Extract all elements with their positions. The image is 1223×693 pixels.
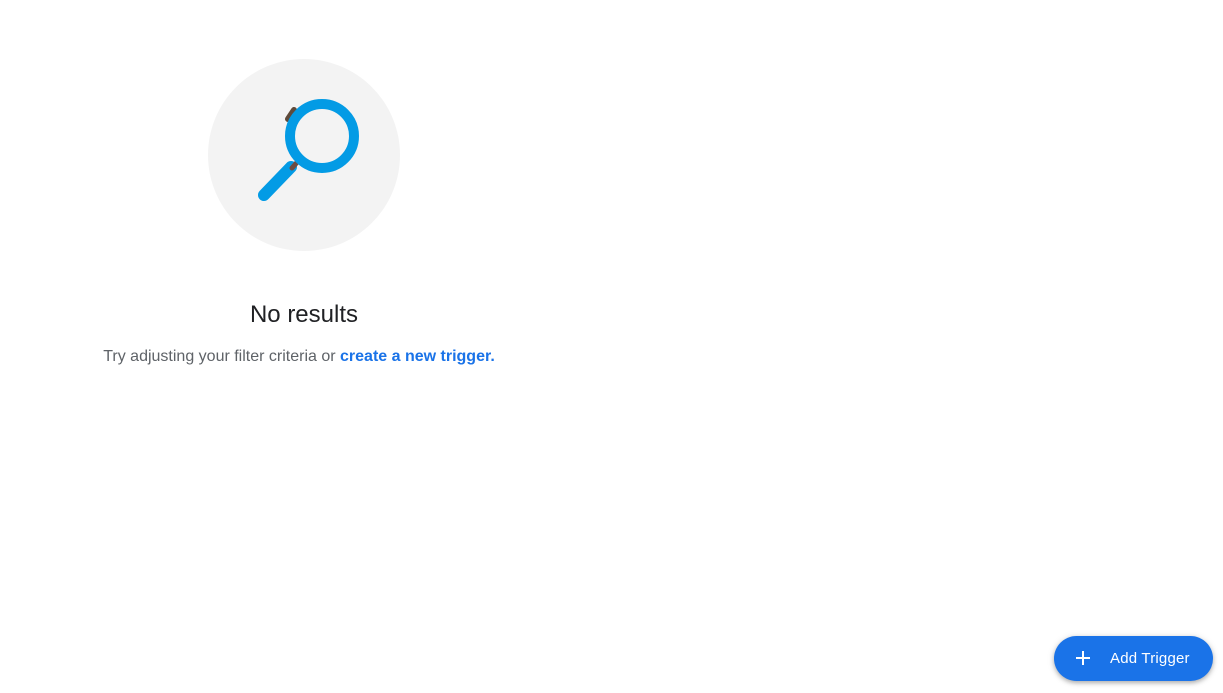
plus-icon	[1076, 651, 1090, 665]
empty-state-title: No results	[249, 301, 359, 328]
empty-state: No results Try adjusting your filter cri…	[0, 0, 608, 400]
add-trigger-label: Add Trigger	[1110, 650, 1190, 667]
create-trigger-link[interactable]: create a new trigger.	[340, 348, 495, 365]
add-trigger-button[interactable]: Add Trigger	[1054, 636, 1213, 681]
empty-state-message-text: Try adjusting your filter criteria or	[103, 348, 341, 365]
empty-state-message: Try adjusting your filter criteria or cr…	[0, 346, 598, 368]
empty-state-illustration	[208, 59, 400, 251]
page: No results Try adjusting your filter cri…	[0, 0, 1223, 693]
magnifying-glass-icon	[258, 99, 359, 201]
